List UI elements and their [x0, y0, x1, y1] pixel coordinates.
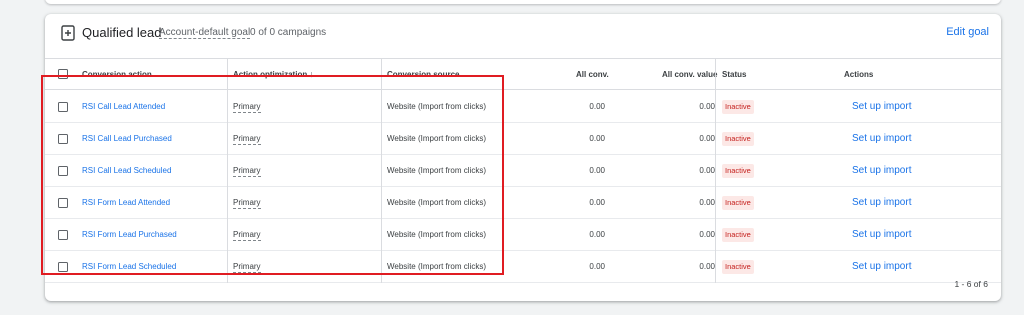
all-conv-value-amount: 0.00: [699, 198, 715, 207]
header-all-conv[interactable]: All conv.: [576, 59, 609, 90]
header-conversion-action[interactable]: Conversion action: [82, 59, 152, 90]
header-actions: Actions: [844, 70, 874, 79]
previous-goal-card: [45, 0, 1001, 4]
table-footer: 1 - 6 of 6: [45, 269, 1001, 301]
all-conv-value: 0.00: [589, 166, 605, 175]
set-up-import-button[interactable]: Set up import: [852, 187, 911, 218]
all-conv-value-amount: 0.00: [699, 166, 715, 175]
goal-card: Qualified lead Account-default goal 0 of…: [45, 14, 1001, 301]
set-up-import-button[interactable]: Set up import: [852, 123, 911, 154]
set-up-import-button[interactable]: Set up import: [852, 155, 911, 186]
conversion-source: Website (Import from clicks): [387, 102, 486, 111]
conversion-source: Website (Import from clicks): [387, 230, 486, 239]
column-divider: [227, 59, 228, 283]
table-row: RSI Call Lead Purchased Primary Website …: [45, 123, 1001, 155]
table-row: RSI Form Lead Attended Primary Website (…: [45, 187, 1001, 219]
all-conv-value-amount: 0.00: [699, 134, 715, 143]
row-checkbox[interactable]: [58, 134, 68, 144]
set-up-import-button[interactable]: Set up import: [852, 91, 911, 122]
all-conv-value: 0.00: [589, 230, 605, 239]
all-conv-value-amount: 0.00: [699, 230, 715, 239]
status-badge: Inactive: [722, 228, 754, 242]
goal-title: Qualified lead: [82, 25, 162, 40]
pagination-label: 1 - 6 of 6: [954, 279, 988, 289]
sort-down-icon: ↓: [309, 69, 314, 79]
table-row: RSI Call Lead Attended Primary Website (…: [45, 91, 1001, 123]
table-row: RSI Form Lead Purchased Primary Website …: [45, 219, 1001, 251]
status-badge: Inactive: [722, 164, 754, 178]
header-all-conv-value[interactable]: All conv. value: [662, 59, 717, 90]
all-conv-value: 0.00: [589, 102, 605, 111]
optimization-value[interactable]: Primary: [233, 102, 261, 113]
row-checkbox[interactable]: [58, 102, 68, 112]
conversion-action-link[interactable]: RSI Call Lead Scheduled: [82, 155, 171, 186]
conversion-action-link[interactable]: RSI Form Lead Purchased: [82, 219, 177, 250]
edit-goal-button[interactable]: Edit goal: [946, 26, 989, 38]
goal-header: Qualified lead Account-default goal 0 of…: [45, 14, 1001, 52]
status-badge: Inactive: [722, 100, 754, 114]
optimization-value[interactable]: Primary: [233, 230, 261, 241]
conversion-source: Website (Import from clicks): [387, 166, 486, 175]
header-conversion-source[interactable]: Conversion source: [387, 59, 459, 90]
status-badge: Inactive: [722, 132, 754, 146]
all-conv-value-amount: 0.00: [699, 102, 715, 111]
conversion-source: Website (Import from clicks): [387, 198, 486, 207]
conversion-action-link[interactable]: RSI Call Lead Purchased: [82, 123, 172, 154]
set-up-import-button[interactable]: Set up import: [852, 219, 911, 250]
column-divider: [381, 59, 382, 283]
optimization-value[interactable]: Primary: [233, 166, 261, 177]
goal-campaign-count: 0 of 0 campaigns: [250, 27, 327, 38]
header-action-optimization[interactable]: Action optimization ↓: [233, 59, 314, 90]
row-checkbox[interactable]: [58, 166, 68, 176]
row-checkbox[interactable]: [58, 230, 68, 240]
table-header: Conversion action Action optimization ↓ …: [45, 59, 1001, 90]
status-badge: Inactive: [722, 196, 754, 210]
all-conv-value: 0.00: [589, 198, 605, 207]
column-divider: [715, 59, 716, 283]
optimization-value[interactable]: Primary: [233, 198, 261, 209]
table-row: RSI Call Lead Scheduled Primary Website …: [45, 155, 1001, 187]
header-status[interactable]: Status: [722, 59, 746, 90]
row-checkbox[interactable]: [58, 198, 68, 208]
account-default-goal-label[interactable]: Account-default goal: [159, 27, 251, 39]
conversion-action-link[interactable]: RSI Call Lead Attended: [82, 91, 165, 122]
optimization-value[interactable]: Primary: [233, 134, 261, 145]
goal-document-icon: [61, 25, 75, 41]
conversion-action-link[interactable]: RSI Form Lead Attended: [82, 187, 170, 218]
all-conv-value: 0.00: [589, 134, 605, 143]
conversion-source: Website (Import from clicks): [387, 134, 486, 143]
select-all-checkbox[interactable]: [58, 69, 68, 79]
